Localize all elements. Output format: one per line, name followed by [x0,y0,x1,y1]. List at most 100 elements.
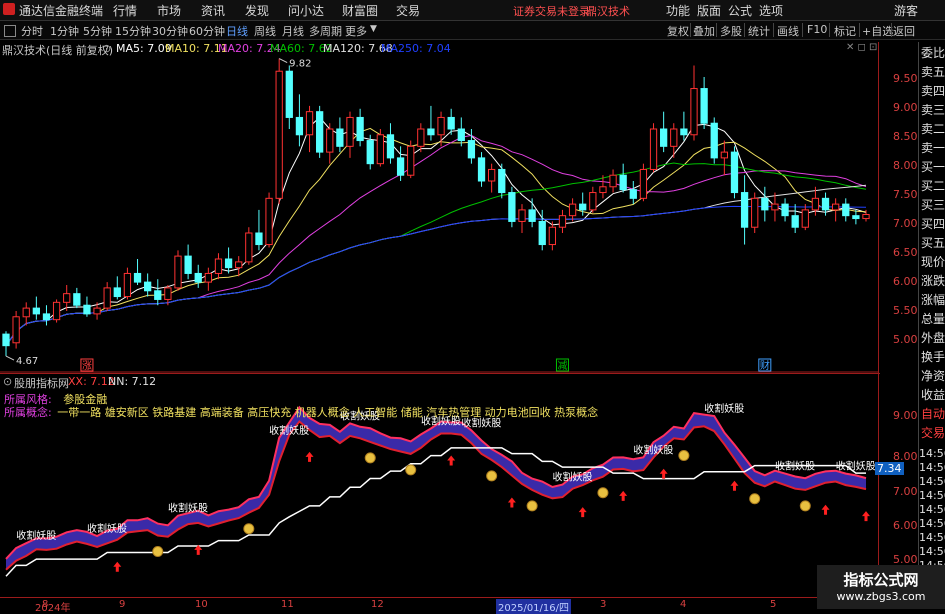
candle-body[interactable] [376,134,384,165]
lower-axis-tick: 9.00 [893,409,918,422]
candle-body[interactable] [386,134,395,159]
candle-body[interactable] [316,111,324,153]
candle-body[interactable] [710,122,718,159]
candle-body[interactable] [730,151,739,194]
candle-body[interactable] [498,168,506,194]
candle-body[interactable] [42,313,51,321]
candle-body[interactable] [275,70,283,199]
candle-body[interactable] [660,128,668,147]
candle-body[interactable] [457,128,465,142]
candle-body[interactable] [740,192,749,228]
candle-body[interactable] [467,140,476,159]
candle-body[interactable] [265,197,273,246]
candle-body[interactable] [214,258,223,274]
candle-body[interactable] [255,232,263,246]
candle-body[interactable] [488,168,496,182]
candle-body[interactable] [811,197,820,211]
coin-icon [152,546,164,558]
candle-body[interactable] [184,255,192,274]
candle-body[interactable] [113,287,121,298]
candle-body[interactable] [103,287,111,309]
candle-body[interactable] [366,140,374,165]
candle-body[interactable] [336,128,344,147]
candle-body[interactable] [690,88,698,136]
candle-body[interactable] [477,157,486,182]
candle-body[interactable] [427,128,435,136]
guest-user[interactable]: 游客 [894,2,918,19]
candle-body[interactable] [832,203,840,211]
candle-body[interactable] [295,116,304,136]
candle-body[interactable] [700,88,708,124]
candle-body[interactable] [194,272,202,283]
sidebar-quote-label: 委比 [921,46,945,60]
candle-body[interactable] [224,258,233,269]
lower-current-value: 7.34 [875,462,904,475]
candle-body[interactable] [154,290,162,300]
kline-chart[interactable]: 收割妖股收割妖股收割妖股收割妖股收割妖股 收割妖股 收割妖股收割妖股收割妖股收割妖股… [0,0,878,597]
candle-body[interactable] [649,128,658,170]
candle-body[interactable] [73,293,81,306]
candle-body[interactable] [720,151,728,159]
candle-body[interactable] [305,111,314,136]
candle-body[interactable] [568,203,577,217]
candle-body[interactable] [346,116,354,147]
candle-body[interactable] [771,203,779,211]
candle-body[interactable] [93,307,101,315]
candle-body[interactable] [63,293,71,303]
gear-icon[interactable]: ⊙ [3,375,12,388]
candle-body[interactable] [52,301,61,321]
coin-icon [364,452,376,464]
candle-body[interactable] [619,174,627,191]
candle-body[interactable] [852,215,860,220]
candle-body[interactable] [133,272,142,283]
candle-body[interactable] [174,255,182,289]
candle-body[interactable] [326,128,334,153]
candle-body[interactable] [781,203,789,217]
candle-body[interactable] [862,214,870,220]
candle-body[interactable] [235,261,243,269]
candle-body[interactable] [123,272,132,298]
candle-body[interactable] [356,116,364,142]
candle-body[interactable] [2,333,10,347]
candle-body[interactable] [32,307,40,315]
candle-body[interactable] [791,215,799,228]
candle-body[interactable] [629,189,637,199]
candle-body[interactable] [396,157,405,176]
candle-body[interactable] [558,215,567,228]
candle-body[interactable] [579,203,587,211]
candle-body[interactable] [83,304,91,315]
candle-body[interactable] [670,128,678,147]
candle-body[interactable] [589,192,597,211]
candle-body[interactable] [761,197,769,211]
candle-body[interactable] [609,174,617,188]
candle-body[interactable] [842,203,850,217]
candle-body[interactable] [821,197,830,211]
tool-fanhui[interactable]: 返回 [893,23,915,39]
candle-body[interactable] [801,209,809,228]
candle-body[interactable] [518,209,526,222]
candle-body[interactable] [417,128,425,147]
candle-body[interactable] [528,209,536,222]
candle-body[interactable] [538,220,546,246]
watermark-url: www.zbgs3.com [836,590,926,603]
date-axis: 2024年 8 9 10 11 12 2025/01/16/四 3 4 5 [0,597,880,614]
candle-body[interactable] [12,316,20,344]
candle-body[interactable] [548,226,556,246]
candle-body[interactable] [680,128,688,136]
candle-body[interactable] [285,70,293,118]
indicator-name[interactable]: 股朋指标网 [14,375,69,391]
candle-body[interactable] [437,116,445,136]
candle-body[interactable] [22,307,30,318]
date-axis-tick: 8 [42,599,49,610]
candle-body[interactable] [144,281,152,292]
candle-body[interactable] [639,168,648,199]
candle-body[interactable] [164,287,172,300]
date-axis-tick: 12 [371,599,384,610]
candle-body[interactable] [407,145,415,176]
candle-body[interactable] [751,197,759,228]
candle-body[interactable] [447,116,455,130]
candle-body[interactable] [508,192,516,222]
candle-body[interactable] [204,272,212,283]
candle-body[interactable] [245,232,253,263]
candle-body[interactable] [599,186,607,194]
